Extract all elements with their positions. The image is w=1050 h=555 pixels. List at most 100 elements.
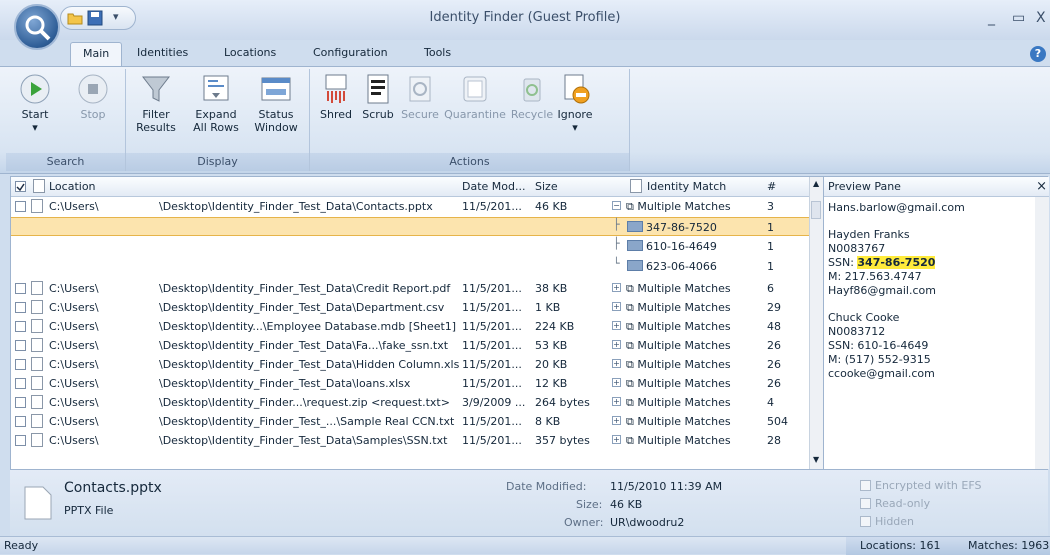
ignore-dropdown-icon[interactable]: ▾ <box>554 121 596 134</box>
grid-scrollbar[interactable]: ▲ ▼ <box>809 177 823 469</box>
selected-sub-row[interactable]: ├ 347-86-7520 1 <box>11 217 811 236</box>
modified-value: 11/5/2010 11:39 AM <box>610 480 723 493</box>
scrub-button[interactable]: Scrub <box>358 73 398 121</box>
expand-toggle-icon[interactable]: + <box>612 435 621 444</box>
tree-branch-icon: ├ <box>613 218 620 231</box>
multiple-matches-icon: ⧉ <box>626 434 634 447</box>
scroll-up-icon[interactable]: ▲ <box>813 179 819 188</box>
filter-funnel-icon <box>141 76 171 102</box>
preview-title: Preview Pane <box>828 180 901 193</box>
quarantine-button[interactable]: Quarantine <box>442 73 508 121</box>
row-checkbox[interactable] <box>15 201 26 212</box>
collapse-toggle-icon[interactable]: − <box>612 201 621 210</box>
sub-row[interactable]: └ 623-06-4066 1 <box>11 257 811 276</box>
row-location: C:\Users\ <box>49 320 99 333</box>
expand-all-rows-button[interactable]: Expand All Rows <box>188 73 244 134</box>
multiple-matches-icon: ⧉ <box>626 396 634 409</box>
table-row[interactable]: C:\Users\ \Desktop\Identity_Finder_Test_D… <box>11 374 811 393</box>
start-dropdown-icon[interactable]: ▾ <box>10 121 60 134</box>
table-row[interactable]: C:\Users\ \Desktop\Identity_Finder_Test_D… <box>11 355 811 374</box>
scroll-thumb[interactable] <box>811 201 821 219</box>
tab-main[interactable]: Main <box>70 42 123 68</box>
app-menu-button[interactable] <box>14 4 60 50</box>
row-count: 48 <box>767 320 781 333</box>
shred-label: Shred <box>320 108 352 121</box>
scroll-down-icon[interactable]: ▼ <box>813 455 819 464</box>
row-size: 224 KB <box>535 320 575 333</box>
filter-results-button[interactable]: Filter Results <box>132 73 180 134</box>
row-checkbox[interactable] <box>15 435 26 446</box>
table-row[interactable]: C:\Users\ \Desktop\Identity_Finder...\req… <box>11 393 811 412</box>
expand-toggle-icon[interactable]: + <box>612 378 621 387</box>
preview-line: Chuck Cooke <box>828 311 900 324</box>
start-button[interactable]: Start ▾ <box>10 73 60 134</box>
multiple-matches-icon: ⧉ <box>626 377 634 390</box>
header-count[interactable]: # <box>767 180 776 193</box>
minimize-button[interactable]: _ <box>988 10 995 26</box>
expand-toggle-icon[interactable]: + <box>612 302 621 311</box>
table-row[interactable]: C:\Users\ \Desktop\Identity_Finder_Test_D… <box>11 298 811 317</box>
row-checkbox[interactable] <box>15 302 26 313</box>
match-row: ⧉ Multiple Matches <box>626 434 731 448</box>
sub-row[interactable]: ├ 610-16-4649 1 <box>11 237 811 256</box>
status-locations: Locations: 161 <box>860 539 941 552</box>
row-size: 53 KB <box>535 339 568 352</box>
table-row[interactable]: C:\Users\ \Desktop\Identity_Finder_Test_D… <box>11 431 811 450</box>
expand-toggle-icon[interactable]: + <box>612 321 621 330</box>
file-icon <box>31 281 43 295</box>
row-checkbox[interactable] <box>15 283 26 294</box>
help-icon[interactable]: ? <box>1030 46 1046 62</box>
expand-label-2: All Rows <box>193 121 239 134</box>
table-row[interactable]: C:\Users\ \Desktop\Identity_Finder_Test_D… <box>11 279 811 298</box>
header-identity-match[interactable]: Identity Match <box>647 180 726 193</box>
row-checkbox[interactable] <box>15 416 26 427</box>
preview-close-button[interactable]: × <box>1036 179 1047 194</box>
stop-button[interactable]: Stop <box>68 73 118 121</box>
row-date: 11/5/201... <box>462 200 522 213</box>
expand-toggle-icon[interactable]: + <box>612 416 621 425</box>
expand-toggle-icon[interactable]: + <box>612 340 621 349</box>
match-row: ⧉ Multiple Matches <box>626 320 731 334</box>
close-button[interactable]: X <box>1036 10 1046 26</box>
header-date-modified[interactable]: Date Mod... <box>462 180 525 193</box>
ssn-label: SSN: <box>828 256 858 269</box>
recycle-button[interactable]: Recycle <box>508 73 556 121</box>
header-size[interactable]: Size <box>535 180 558 193</box>
expand-toggle-icon[interactable]: + <box>612 359 621 368</box>
preview-scrollbar[interactable] <box>1035 197 1049 469</box>
ignore-button[interactable]: Ignore ▾ <box>554 73 596 134</box>
match-row: ⧉ Multiple Matches <box>626 282 731 296</box>
preview-line: M: 217.563.4747 <box>828 270 922 283</box>
row-match: Multiple Matches <box>637 434 731 447</box>
status-window-button[interactable]: Status Window <box>248 73 304 134</box>
ignore-icon <box>564 74 590 104</box>
match-row: ⧉ Multiple Matches <box>626 377 731 391</box>
secure-button[interactable]: Secure <box>398 73 442 121</box>
row-path: \Desktop\Identity...\Employee Database.m… <box>159 320 457 333</box>
row-match: Multiple Matches <box>637 200 731 213</box>
filter-label: Filter <box>142 108 170 121</box>
header-location[interactable]: Location <box>49 180 96 193</box>
select-all-checkbox[interactable] <box>15 181 26 192</box>
maximize-button[interactable]: ▭ <box>1012 10 1025 26</box>
expand-toggle-icon[interactable]: + <box>612 397 621 406</box>
table-row[interactable]: C:\Users\ \Desktop\Identity...\Employee D… <box>11 317 811 336</box>
row-path: \Desktop\Identity_Finder_Test_Data\Depar… <box>159 301 445 314</box>
tab-tools[interactable]: Tools <box>424 46 451 59</box>
table-row[interactable]: C:\Users\ \Desktop\Identity_Finder_Test_.… <box>11 412 811 431</box>
table-row[interactable]: C:\Users\ \Desktop\Identity_Finder_Test_… <box>11 197 811 216</box>
shred-button[interactable]: Shred <box>316 73 356 121</box>
scrub-icon <box>367 74 389 104</box>
row-checkbox[interactable] <box>15 321 26 332</box>
row-checkbox[interactable] <box>15 359 26 370</box>
row-checkbox[interactable] <box>15 340 26 351</box>
tab-locations[interactable]: Locations <box>224 46 276 59</box>
preview-line: N0083712 <box>828 325 886 338</box>
table-row[interactable]: C:\Users\ \Desktop\Identity_Finder_Test_D… <box>11 336 811 355</box>
row-checkbox[interactable] <box>15 378 26 389</box>
match-row: ⧉ Multiple Matches <box>626 301 731 315</box>
row-checkbox[interactable] <box>15 397 26 408</box>
expand-toggle-icon[interactable]: + <box>612 283 621 292</box>
tab-identities[interactable]: Identities <box>137 46 188 59</box>
tab-configuration[interactable]: Configuration <box>313 46 388 59</box>
